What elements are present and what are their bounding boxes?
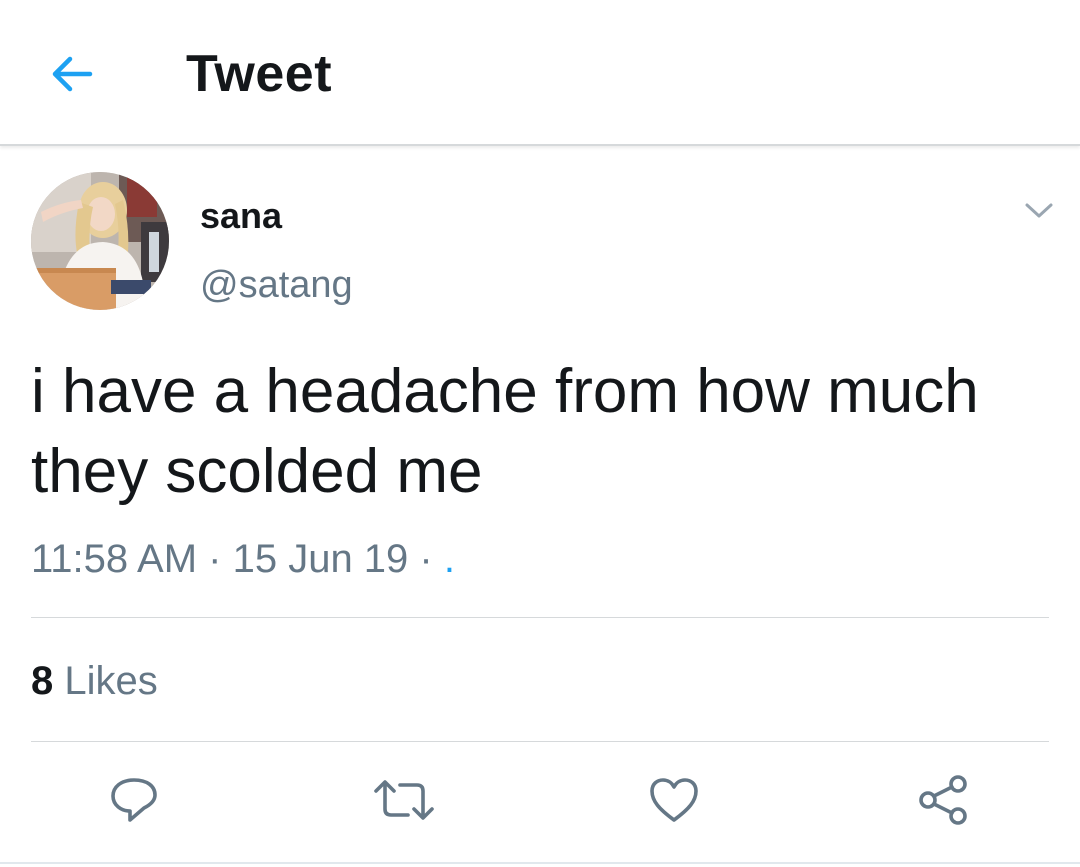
share-button[interactable]: [912, 770, 976, 830]
tweet-time: 11:58 AM: [31, 537, 198, 581]
share-icon: [919, 775, 967, 825]
arrow-left-icon: [52, 56, 93, 92]
divider: [31, 617, 1049, 618]
avatar[interactable]: [31, 172, 169, 310]
reply-button[interactable]: [102, 770, 166, 830]
divider: [31, 741, 1049, 742]
tweet-text: i have a headache from how much they sco…: [31, 352, 1041, 512]
top-app-bar: Tweet: [0, 0, 1080, 146]
tweet-detail-screen: Tweet sana @satang i have a headache fro…: [0, 0, 1080, 867]
timestamp-separator: ·: [197, 537, 233, 581]
retweet-icon: [374, 780, 434, 820]
bottom-border: [0, 862, 1080, 864]
like-button[interactable]: [642, 770, 706, 830]
avatar-photo: [31, 172, 169, 310]
tweet-source-link[interactable]: .: [444, 537, 455, 581]
likes-label: Likes: [64, 659, 158, 703]
heart-icon: [650, 778, 698, 822]
tweet-text-line-2: they scolded me: [31, 437, 483, 506]
chevron-down-icon: [1025, 203, 1053, 218]
tweet-text-line-1: i have a headache from how much: [31, 357, 979, 426]
reply-icon: [111, 778, 157, 822]
retweet-button[interactable]: [372, 770, 436, 830]
likes-count: 8: [31, 659, 54, 703]
author-handle[interactable]: @satang: [200, 262, 353, 308]
page-title: Tweet: [186, 45, 333, 103]
tweet-timestamp: 11:58 AM · 15 Jun 19 · .: [31, 534, 455, 584]
tweet-options-button[interactable]: [1016, 194, 1062, 228]
back-button[interactable]: [44, 46, 100, 102]
timestamp-separator: ·: [408, 537, 444, 581]
tweet-date: 15 Jun 19: [232, 537, 409, 581]
likes-stat[interactable]: 8 Likes: [31, 656, 158, 706]
author-display-name[interactable]: sana: [200, 194, 282, 238]
